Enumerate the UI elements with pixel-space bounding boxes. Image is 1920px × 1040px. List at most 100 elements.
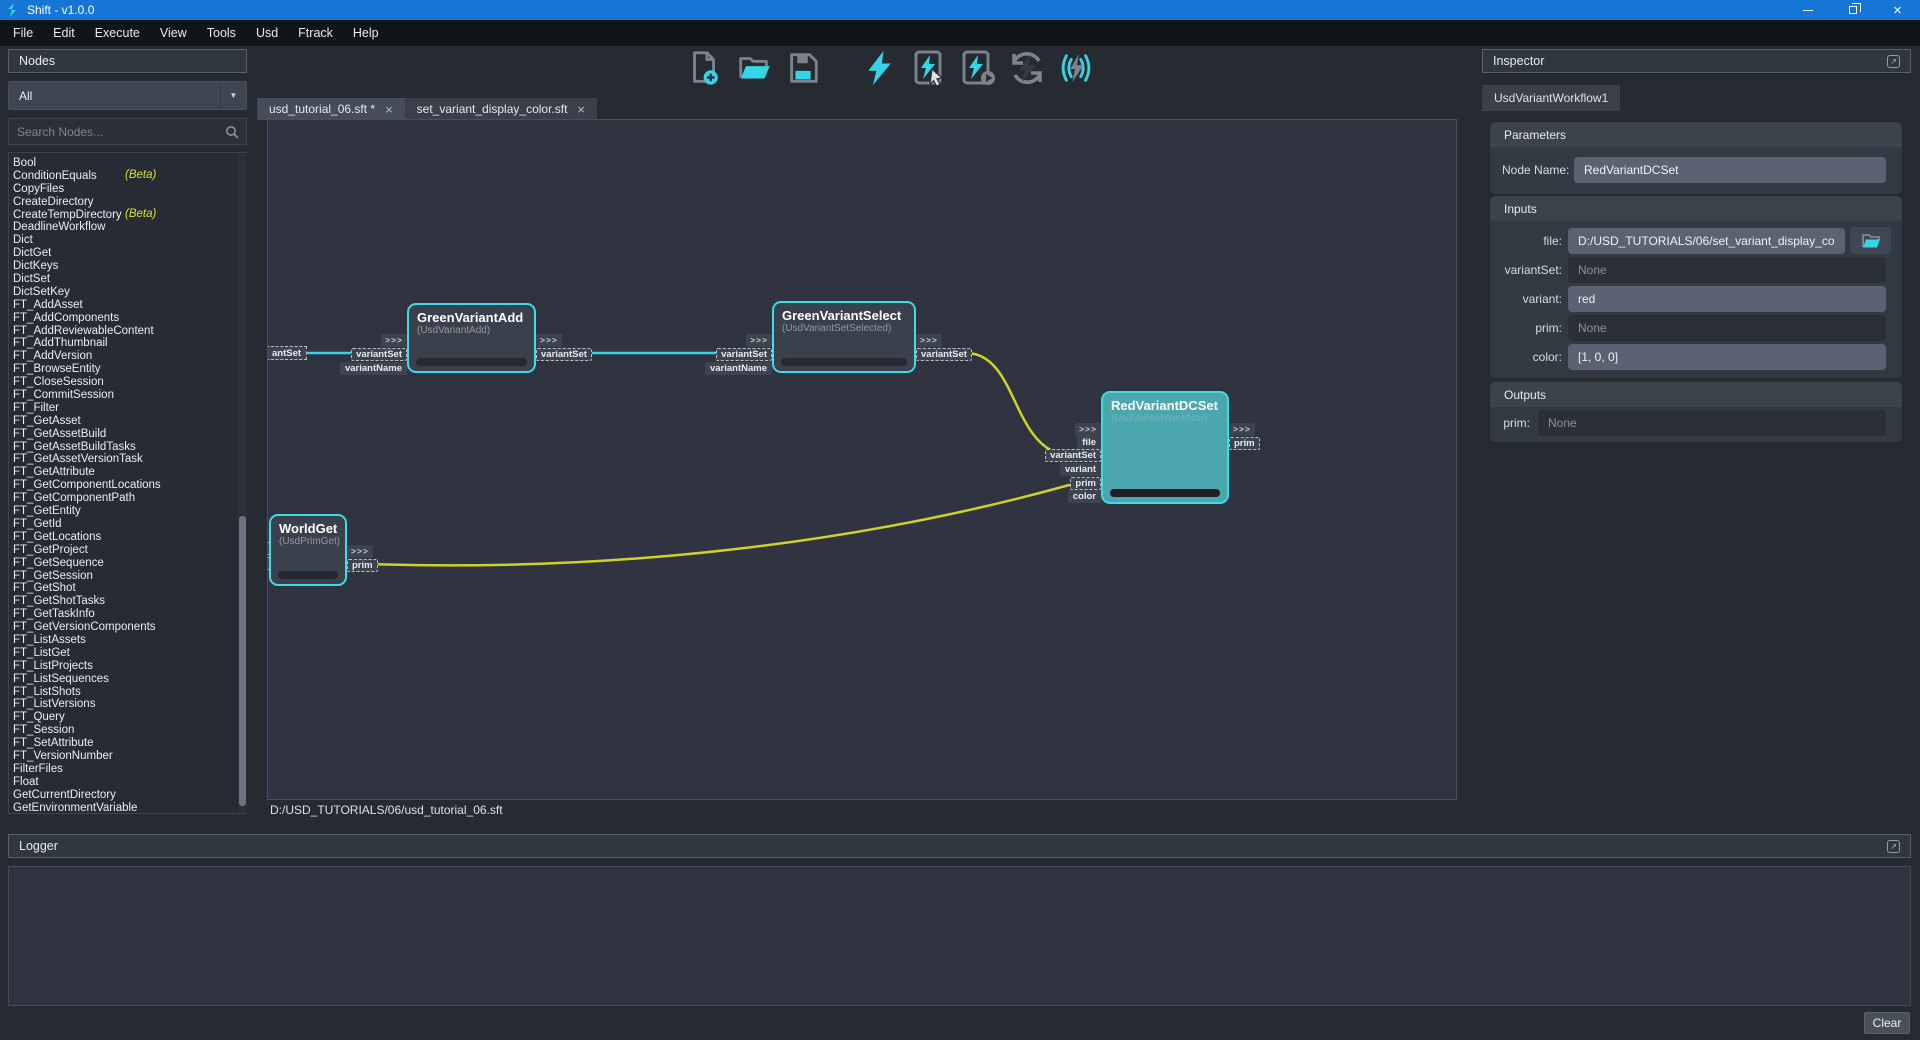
menu-item[interactable]: Usd bbox=[246, 20, 288, 46]
tab-close-icon[interactable]: × bbox=[577, 102, 585, 117]
node-type-item[interactable]: FT_ListProjects bbox=[13, 659, 246, 672]
node-type-item[interactable]: FT_AddComponents bbox=[13, 311, 246, 324]
node-type-item[interactable]: FT_GetComponentLocations bbox=[13, 478, 246, 491]
prim-field[interactable] bbox=[1568, 315, 1886, 341]
port-variant-in[interactable]: variant bbox=[1060, 463, 1101, 476]
node-type-item[interactable]: FT_BrowseEntity bbox=[13, 362, 246, 375]
browse-file-button[interactable] bbox=[1850, 227, 1891, 254]
node-greenvariantadd[interactable]: GreenVariantAdd (UsdVariantAdd) >>> vari… bbox=[407, 303, 536, 373]
node-type-item[interactable]: FT_Filter bbox=[13, 401, 246, 414]
port-variantset-in[interactable]: variantSet bbox=[716, 348, 772, 361]
execute-button[interactable] bbox=[860, 48, 900, 88]
node-type-item[interactable]: GetEnvironmentVariable bbox=[13, 801, 246, 814]
menu-item[interactable]: Help bbox=[343, 20, 389, 46]
variant-field[interactable] bbox=[1568, 286, 1886, 312]
tab-close-icon[interactable]: × bbox=[385, 102, 393, 117]
node-type-item[interactable]: FT_GetAssetBuildTasks bbox=[13, 440, 246, 453]
node-type-item[interactable]: FT_ListAssets bbox=[13, 633, 246, 646]
node-type-item[interactable]: FilterFiles bbox=[13, 762, 246, 775]
port-variantname-in[interactable]: variantName bbox=[340, 362, 407, 375]
node-type-item[interactable]: FT_GetSession bbox=[13, 569, 246, 582]
node-type-item[interactable]: DeadlineWorkflow bbox=[13, 220, 246, 233]
port-variantset-out[interactable]: variantSet bbox=[536, 348, 592, 361]
menu-item[interactable]: Execute bbox=[85, 20, 150, 46]
node-redvariantdcset[interactable]: RedVariantDCSet (UsdVariantWorkflow) >>>… bbox=[1101, 391, 1229, 504]
node-type-item[interactable]: FT_GetAssetBuild bbox=[13, 427, 246, 440]
node-type-item[interactable]: FT_GetTaskInfo bbox=[13, 607, 246, 620]
node-graph-canvas[interactable]: antSet GreenVariantAdd (UsdVariantAdd) >… bbox=[267, 119, 1457, 800]
node-type-item[interactable]: FT_VersionNumber bbox=[13, 749, 246, 762]
menu-item[interactable]: File bbox=[3, 20, 43, 46]
node-name-field[interactable] bbox=[1574, 157, 1886, 183]
node-type-item[interactable]: FT_GetLocations bbox=[13, 530, 246, 543]
popout-icon[interactable]: ↗ bbox=[1887, 840, 1900, 853]
variantset-field[interactable] bbox=[1568, 257, 1886, 283]
node-type-item[interactable]: FT_Session bbox=[13, 723, 246, 736]
node-type-item[interactable]: FT_CommitSession bbox=[13, 388, 246, 401]
node-type-item[interactable]: FT_GetShot bbox=[13, 581, 246, 594]
node-type-item[interactable]: FT_SetAttribute bbox=[13, 736, 246, 749]
live-execute-button[interactable] bbox=[1056, 48, 1096, 88]
port-variantname-in[interactable]: variantName bbox=[705, 362, 772, 375]
execute-to-selected-button[interactable] bbox=[958, 48, 998, 88]
inspector-node-tab[interactable]: UsdVariantWorkflow1 bbox=[1482, 85, 1620, 111]
close-button[interactable]: × bbox=[1875, 0, 1920, 20]
save-graph-button[interactable] bbox=[783, 48, 823, 88]
node-type-item[interactable]: FT_GetAssetVersionTask bbox=[13, 452, 246, 465]
maximize-button[interactable] bbox=[1830, 0, 1875, 20]
port-variantset-out[interactable]: variantSet bbox=[916, 348, 972, 361]
port-variantset-in[interactable]: variantSet bbox=[1045, 449, 1101, 462]
node-type-item[interactable]: FT_Query bbox=[13, 710, 246, 723]
node-type-item[interactable]: Dict bbox=[13, 233, 246, 246]
port-variantset-in[interactable]: variantSet bbox=[351, 348, 407, 361]
node-type-item[interactable]: FT_GetProject bbox=[13, 543, 246, 556]
clipped-port-variantset[interactable]: antSet bbox=[267, 346, 307, 360]
node-type-item[interactable]: GetCurrentDirectory bbox=[13, 788, 246, 801]
scrollbar-thumb[interactable] bbox=[239, 516, 246, 806]
menu-item[interactable]: Ftrack bbox=[288, 20, 343, 46]
node-type-item[interactable]: Bool bbox=[13, 156, 246, 169]
node-type-item[interactable]: Float bbox=[13, 775, 246, 788]
clear-log-button[interactable]: Clear bbox=[1864, 1012, 1910, 1034]
node-type-item[interactable]: CopyFiles bbox=[13, 182, 246, 195]
node-type-item[interactable]: FT_GetAttribute bbox=[13, 465, 246, 478]
node-filter-dropdown[interactable]: All ▼ bbox=[8, 81, 247, 110]
node-type-item[interactable]: CreateDirectory bbox=[13, 195, 246, 208]
node-type-item[interactable]: FT_GetAsset bbox=[13, 414, 246, 427]
node-type-item[interactable]: FT_GetId bbox=[13, 517, 246, 530]
node-type-item[interactable]: ConditionEquals (Beta) bbox=[13, 169, 246, 182]
node-type-item[interactable]: DictKeys bbox=[13, 259, 246, 272]
node-type-item[interactable]: FT_ListShots bbox=[13, 685, 246, 698]
node-type-item[interactable]: DictGet bbox=[13, 246, 246, 259]
node-worldget[interactable]: WorldGet (UsdPrimGet) >>> prim bbox=[269, 514, 347, 586]
port-prim-out[interactable]: prim bbox=[347, 559, 378, 572]
node-type-item[interactable]: FT_AddThumbnail bbox=[13, 336, 246, 349]
node-type-item[interactable]: FT_AddAsset bbox=[13, 298, 246, 311]
node-type-item[interactable]: CreateTempDirectory (Beta) bbox=[13, 208, 246, 221]
node-type-item[interactable]: FT_ListGet bbox=[13, 646, 246, 659]
node-type-item[interactable]: DictSet bbox=[13, 272, 246, 285]
file-field[interactable] bbox=[1568, 228, 1845, 254]
color-field[interactable] bbox=[1568, 344, 1886, 370]
node-type-item[interactable]: FT_GetShotTasks bbox=[13, 594, 246, 607]
port-file-in[interactable]: file bbox=[1077, 436, 1101, 449]
logger-output[interactable] bbox=[8, 866, 1911, 1006]
node-greenvariantselect[interactable]: GreenVariantSelect (UsdVariantSetSelecte… bbox=[772, 301, 916, 373]
port-prim-out[interactable]: prim bbox=[1229, 437, 1260, 450]
new-graph-button[interactable] bbox=[685, 48, 725, 88]
popout-icon[interactable]: ↗ bbox=[1887, 55, 1900, 68]
node-search-input[interactable] bbox=[9, 125, 225, 139]
tab-usd-tutorial-06[interactable]: usd_tutorial_06.sft * × bbox=[257, 98, 405, 120]
open-graph-button[interactable] bbox=[734, 48, 774, 88]
menu-item[interactable]: Tools bbox=[197, 20, 246, 46]
port-color-in[interactable]: color bbox=[1068, 490, 1101, 503]
node-type-item[interactable]: FT_ListVersions bbox=[13, 697, 246, 710]
node-type-item[interactable]: FT_GetEntity bbox=[13, 504, 246, 517]
node-type-item[interactable]: FT_GetComponentPath bbox=[13, 491, 246, 504]
node-type-item[interactable]: FT_AddReviewableContent bbox=[13, 324, 246, 337]
refresh-execute-button[interactable] bbox=[1007, 48, 1047, 88]
tab-set-variant-display-color[interactable]: set_variant_display_color.sft × bbox=[405, 98, 597, 120]
execute-selected-button[interactable] bbox=[909, 48, 949, 88]
node-type-item[interactable]: FT_GetVersionComponents bbox=[13, 620, 246, 633]
node-type-item[interactable]: FT_ListSequences bbox=[13, 672, 246, 685]
